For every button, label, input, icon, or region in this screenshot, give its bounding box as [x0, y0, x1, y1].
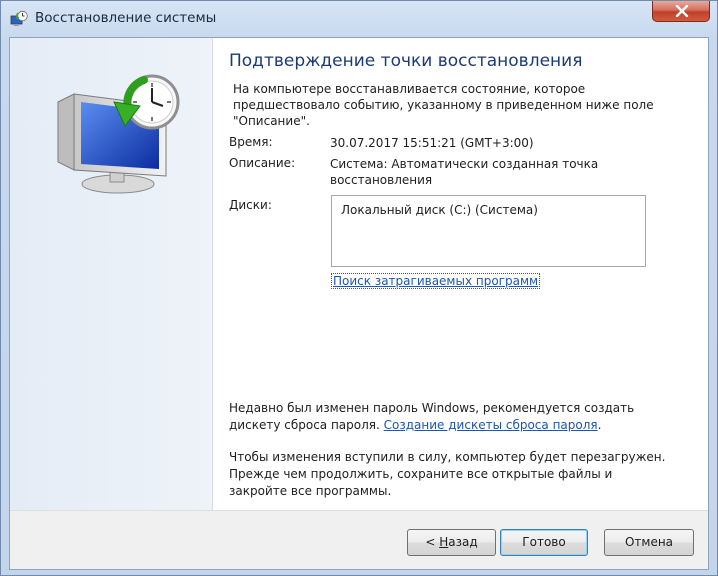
password-reset-notice: Недавно был изменен пароль Windows, реко…: [229, 400, 669, 434]
time-value: 30.07.2017 15:51:21 (GMT+3:00): [330, 136, 534, 150]
sidebar-panel: [10, 38, 213, 510]
close-icon: [675, 5, 689, 17]
dialog-client-area: Подтверждение точки восстановления На ко…: [9, 37, 709, 570]
close-button[interactable]: [652, 1, 710, 22]
back-button-mnemonic: Н: [439, 535, 449, 549]
create-password-reset-disk-link[interactable]: Создание дискеты сброса пароля: [384, 418, 598, 432]
back-button[interactable]: < Назад: [407, 529, 496, 556]
system-restore-clock-monitor-icon: [48, 72, 188, 205]
back-button-label: азад: [448, 535, 478, 549]
content-panel: Подтверждение точки восстановления На ко…: [213, 38, 708, 510]
scan-affected-programs-link[interactable]: Поиск затрагиваемых программ: [331, 273, 541, 289]
list-item[interactable]: Локальный диск (C:) (Система): [341, 203, 538, 217]
back-button-prefix: <: [425, 535, 440, 549]
disks-list[interactable]: Локальный диск (C:) (Система): [331, 195, 646, 267]
title-bar[interactable]: Восстановление системы: [1, 1, 717, 37]
description-label: Описание:: [229, 156, 296, 170]
page-title: Подтверждение точки восстановления: [229, 51, 583, 71]
description-value: Система: Автоматически созданная точка в…: [330, 157, 599, 187]
system-restore-window: Восстановление системы Подтверждение точ…: [0, 0, 718, 576]
finish-button[interactable]: Готово: [500, 529, 588, 556]
intro-text: На компьютере восстанавливается состояни…: [233, 82, 654, 128]
time-label: Время:: [229, 135, 273, 149]
disks-label: Диски:: [229, 198, 272, 212]
button-bar: < Назад Готово Отмена: [10, 510, 708, 569]
restart-notice: Чтобы изменения вступили в силу, компьют…: [229, 450, 666, 498]
window-title: Восстановление системы: [35, 10, 217, 26]
cancel-button[interactable]: Отмена: [604, 529, 694, 556]
system-restore-icon: [10, 10, 28, 28]
password-reset-suffix: .: [597, 418, 602, 432]
